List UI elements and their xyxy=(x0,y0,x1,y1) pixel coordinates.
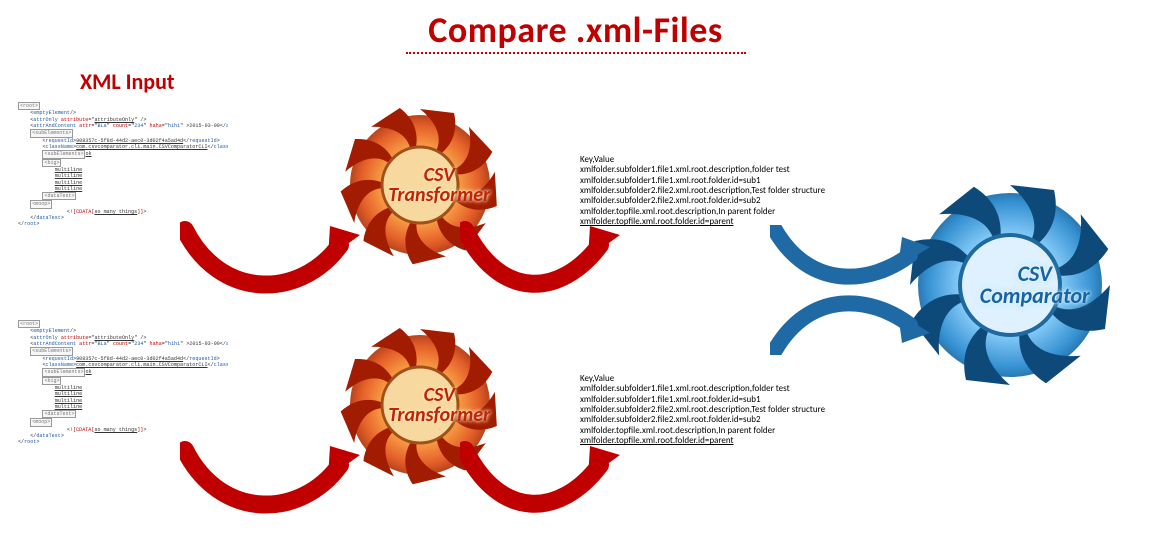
csv-comparator: CSV Comparator xyxy=(895,180,1125,390)
xml-code-top: <root> <emptyElement/> <attrOnly attribu… xyxy=(18,102,228,252)
diagram-stage: Compare .xml-Files XML Input <root> <emp… xyxy=(0,0,1151,543)
csv-transformer-top: CSV Transformer xyxy=(330,100,510,270)
keyvalue-block-bottom: Key,Value xmlfolder.subfolder1.file1.xml… xyxy=(580,374,890,446)
title-underline xyxy=(406,52,746,54)
transformer-label-l2b: Transformer xyxy=(388,403,490,427)
comparator-label-l2: Comparator xyxy=(980,282,1090,309)
kv-line: xmlfolder.topfile.xml.root.folder.id=par… xyxy=(580,217,890,227)
xml-input-subtitle: XML Input xyxy=(80,68,175,95)
keyvalue-block-top: Key,Value xmlfolder.subfolder1.file1.xml… xyxy=(580,155,890,227)
xml-code-bottom: <root> <emptyElement/> <attrOnly attribu… xyxy=(18,320,228,470)
page-title: Compare .xml-Files xyxy=(0,8,1151,52)
csv-transformer-bottom: CSV Transformer xyxy=(330,320,510,490)
kv-line: xmlfolder.topfile.xml.root.folder.id=par… xyxy=(580,436,890,446)
transformer-label-l2: Transformer xyxy=(388,183,490,207)
